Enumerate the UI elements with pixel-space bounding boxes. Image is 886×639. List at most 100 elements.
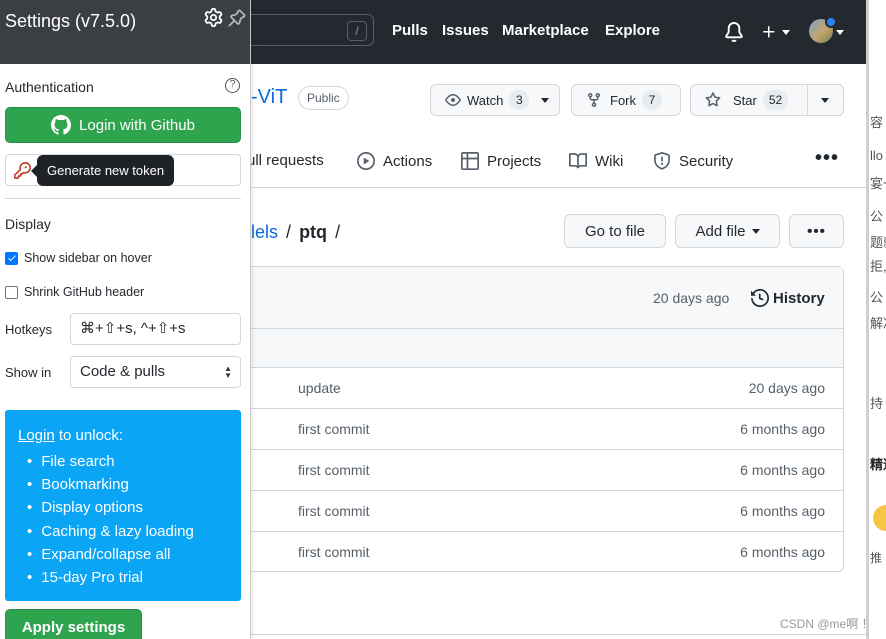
repo-name[interactable]: -ViT [251,86,287,109]
nav-pulls[interactable]: Pulls [392,22,428,39]
table-row[interactable]: first commit 6 months ago [251,532,843,573]
kebab-icon: ••• [807,222,826,240]
promo-suffix: to unlock: [54,427,124,444]
add-file-button[interactable]: Add file [675,214,780,248]
feature-list: File search Bookmarking Display options … [27,450,194,589]
help-icon[interactable]: ? [225,78,240,93]
github-icon [51,115,72,135]
login-with-github-button[interactable]: Login with Github [5,107,241,143]
breadcrumb-separator: / [286,222,292,242]
pin-icon[interactable] [228,9,246,27]
more-tabs-icon[interactable]: ••• [815,147,839,170]
promo-login-link[interactable]: Login [18,427,55,444]
tab-security[interactable]: Security [653,152,733,170]
tab-label: Wiki [595,152,624,170]
list-item: Caching & lazy loading [27,520,194,543]
table-row[interactable]: first commit 6 months ago [251,409,843,450]
nav-explore[interactable]: Explore [605,22,660,39]
divider [5,198,241,199]
parent-directory-row[interactable] [251,329,843,368]
checkbox-checked[interactable] [5,251,18,265]
breadcrumb-parent[interactable]: lels [251,222,278,242]
tab-actions[interactable]: Actions [357,152,432,170]
gear-icon[interactable] [204,8,223,27]
star-icon [705,92,721,107]
scrollbar[interactable] [866,0,869,639]
strip-text: 公 [870,209,884,224]
key-icon[interactable] [14,162,31,179]
bell-icon[interactable] [724,22,744,42]
commit-age: 6 months ago [740,544,825,560]
eye-icon [445,94,461,106]
table-row[interactable]: first commit 6 months ago [251,450,843,491]
show-sidebar-on-hover-option[interactable]: Show sidebar on hover [5,251,152,265]
watch-button[interactable]: Watch 3 [430,84,560,116]
strip-text: 宴一 [870,176,886,191]
list-item: Display options [27,496,194,519]
chevron-down-icon[interactable] [821,98,829,103]
play-icon [357,152,375,170]
tab-pull-requests[interactable]: ull requests [247,152,324,169]
notification-dot [825,16,837,28]
generate-token-tooltip: Generate new token [30,155,175,186]
commit-age: 6 months ago [740,462,825,478]
commit-message[interactable]: update [298,380,341,396]
shrink-header-option[interactable]: Shrink GitHub header [5,285,144,299]
breadcrumb-separator: / [335,222,341,242]
sidebar-title: Settings (v7.5.0) [5,11,137,31]
table-row[interactable]: update 20 days ago [251,368,843,409]
commit-age: 20 days ago [748,380,825,396]
history-link[interactable]: History [751,289,825,307]
nav-marketplace[interactable]: Marketplace [502,22,589,39]
table-icon [461,152,479,170]
hotkeys-input[interactable]: ⌘+⇧+s, ^+⇧+s [70,313,241,345]
login-button-label: Login with Github [79,116,195,134]
chevron-down-icon[interactable] [541,97,550,103]
strip-text: 精道 [870,457,886,472]
tab-projects[interactable]: Projects [461,152,541,170]
chevron-down-icon[interactable] [782,30,790,35]
latest-commit-date: 20 days ago [653,290,730,306]
auth-heading: Authentication [5,79,94,95]
go-to-file-label: Go to file [584,222,646,240]
table-row[interactable]: first commit 6 months ago [251,491,843,532]
fork-count: 7 [642,90,662,110]
plus-icon[interactable] [761,24,777,40]
show-in-select[interactable]: Code & pulls ▲ ▼ [70,356,241,388]
search-input[interactable]: / [235,14,374,46]
tab-wiki[interactable]: Wiki [569,152,623,170]
strip-text: 容 [870,115,884,130]
divider [251,634,866,635]
commit-age: 6 months ago [740,421,825,437]
commit-message[interactable]: first commit [298,503,370,519]
tab-label: ull requests [247,152,324,169]
repo-tabs [251,140,866,188]
commit-message[interactable]: first commit [298,544,370,560]
chevron-down-icon[interactable] [836,30,844,35]
strip-text: 解决 [870,316,886,331]
book-icon [569,153,587,169]
commit-message[interactable]: first commit [298,462,370,478]
nav-issues[interactable]: Issues [442,22,489,39]
more-options-button[interactable]: ••• [789,214,844,248]
latest-commit-bar: 20 days ago History [251,267,843,329]
list-item: File search [27,450,194,473]
star-button[interactable]: Star 52 [690,84,844,116]
hotkeys-label: Hotkeys [5,322,52,337]
chevron-down-icon [751,228,760,234]
select-arrows-icon: ▲ ▼ [224,364,232,380]
fork-label: Fork [610,92,636,108]
button-divider [807,85,808,115]
file-table: 20 days ago History update 20 days ago f… [251,266,844,572]
list-item: 15-day Pro trial [27,566,194,589]
fork-button[interactable]: Fork 7 [571,84,681,116]
checkbox-unchecked[interactable] [5,285,18,299]
apply-settings-button[interactable]: Apply settings [5,609,142,639]
go-to-file-button[interactable]: Go to file [564,214,666,248]
watermark: CSDN @me啊 ！ [780,617,874,631]
watch-label: Watch [467,92,504,108]
search-shortcut-key: / [347,21,367,41]
star-label: Star [733,92,757,108]
promo-heading: Login to unlock: [18,427,123,444]
commit-message[interactable]: first commit [298,421,370,437]
